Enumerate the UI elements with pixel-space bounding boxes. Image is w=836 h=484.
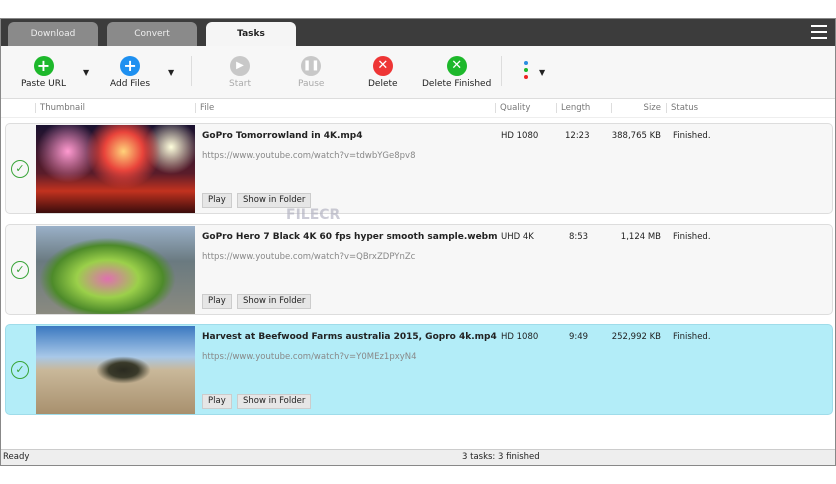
show-in-folder-button[interactable]: Show in Folder — [237, 394, 312, 409]
check-circle-icon: ✓ — [11, 160, 29, 178]
file-url: https://www.youtube.com/watch?v=Y0MEz1px… — [202, 352, 417, 362]
play-icon: ▶ — [230, 56, 250, 76]
play-button[interactable]: Play — [202, 394, 232, 409]
video-thumbnail — [36, 326, 195, 414]
paste-url-button[interactable]: + Paste URL — [21, 56, 66, 89]
hamburger-menu-icon[interactable] — [811, 25, 827, 39]
quality: HD 1080 — [501, 131, 539, 141]
pause-label: Pause — [298, 79, 325, 89]
status: Finished. — [673, 131, 711, 141]
status-task-count: 3 tasks: 3 finished — [462, 452, 540, 462]
tab-tasks[interactable]: Tasks — [206, 22, 296, 46]
task-row[interactable]: ✓ GoPro Tomorrowland in 4K.mp4 https://w… — [5, 123, 833, 214]
size: 252,992 KB — [611, 332, 661, 342]
length: 9:49 — [569, 332, 589, 342]
start-label: Start — [229, 79, 251, 89]
plus-icon: + — [33, 56, 54, 76]
start-button[interactable]: ▶ Start — [229, 56, 251, 89]
file-url: https://www.youtube.com/watch?v=tdwbYGe8… — [202, 151, 416, 161]
size: 1,124 MB — [620, 232, 661, 242]
column-length[interactable]: Length — [556, 103, 610, 113]
size: 388,765 KB — [611, 131, 661, 141]
column-file[interactable]: File — [195, 103, 214, 113]
status: Finished. — [673, 232, 711, 242]
length: 12:23 — [565, 131, 590, 141]
status: Finished. — [673, 332, 711, 342]
paste-url-label: Paste URL — [21, 79, 67, 89]
tab-bar: Download Convert Tasks — [1, 19, 835, 46]
watermark-logo: FILECR — [286, 207, 341, 223]
file-url: https://www.youtube.com/watch?v=QBrxZDPY… — [202, 252, 416, 262]
more-options-dropdown-icon[interactable]: ▼ — [539, 68, 545, 77]
pause-icon: ❚❚ — [301, 56, 322, 76]
column-quality[interactable]: Quality — [495, 103, 530, 113]
x-icon: ✕ — [372, 56, 393, 76]
app-window: Download Convert Tasks + Paste URL ▼ + Add… — [0, 18, 836, 466]
file-title: GoPro Tomorrowland in 4K.mp4 — [202, 131, 363, 141]
paste-url-dropdown-icon[interactable]: ▼ — [83, 68, 89, 77]
add-files-dropdown-icon[interactable]: ▼ — [168, 68, 174, 77]
column-status[interactable]: Status — [666, 103, 698, 113]
x-icon: ✕ — [446, 56, 467, 76]
add-files-label: Add Files — [110, 79, 151, 89]
play-button[interactable]: Play — [202, 294, 232, 309]
task-row-selected[interactable]: ✓ Harvest at Beefwood Farms australia 20… — [5, 324, 833, 415]
video-thumbnail — [36, 226, 195, 314]
delete-finished-label: Delete Finished — [422, 79, 492, 89]
plus-icon: + — [120, 56, 141, 76]
task-row[interactable]: ✓ GoPro Hero 7 Black 4K 60 fps hyper smo… — [5, 224, 833, 315]
video-thumbnail — [36, 125, 195, 213]
show-in-folder-button[interactable]: Show in Folder — [237, 294, 312, 309]
toolbar: + Paste URL ▼ + Add Files ▼ ▶ Start ❚❚ Pause… — [1, 46, 835, 99]
tab-download[interactable]: Download — [8, 22, 98, 46]
length: 8:53 — [569, 232, 589, 242]
separator — [501, 56, 502, 86]
play-button[interactable]: Play — [202, 193, 232, 208]
file-title: GoPro Hero 7 Black 4K 60 fps hyper smoot… — [202, 232, 498, 242]
file-title: Harvest at Beefwood Farms australia 2015… — [202, 332, 497, 342]
quality: HD 1080 — [501, 332, 539, 342]
delete-finished-button[interactable]: ✕ Delete Finished — [422, 56, 491, 89]
status-bar: Ready 3 tasks: 3 finished — [1, 449, 835, 465]
show-in-folder-button[interactable]: Show in Folder — [237, 193, 312, 208]
status-ready: Ready — [3, 452, 30, 462]
more-options-icon[interactable] — [524, 61, 529, 79]
pause-button[interactable]: ❚❚ Pause — [298, 56, 324, 89]
column-thumbnail[interactable]: Thumbnail — [35, 103, 85, 113]
delete-label: Delete — [368, 79, 398, 89]
column-header: Thumbnail File Quality Length Size Statu… — [1, 99, 835, 118]
delete-button[interactable]: ✕ Delete — [368, 56, 398, 89]
check-circle-icon: ✓ — [11, 361, 29, 379]
add-files-button[interactable]: + Add Files — [110, 56, 150, 89]
quality: UHD 4K — [501, 232, 534, 242]
column-size[interactable]: Size — [611, 103, 665, 113]
tab-convert[interactable]: Convert — [107, 22, 197, 46]
separator — [191, 56, 192, 86]
check-circle-icon: ✓ — [11, 261, 29, 279]
